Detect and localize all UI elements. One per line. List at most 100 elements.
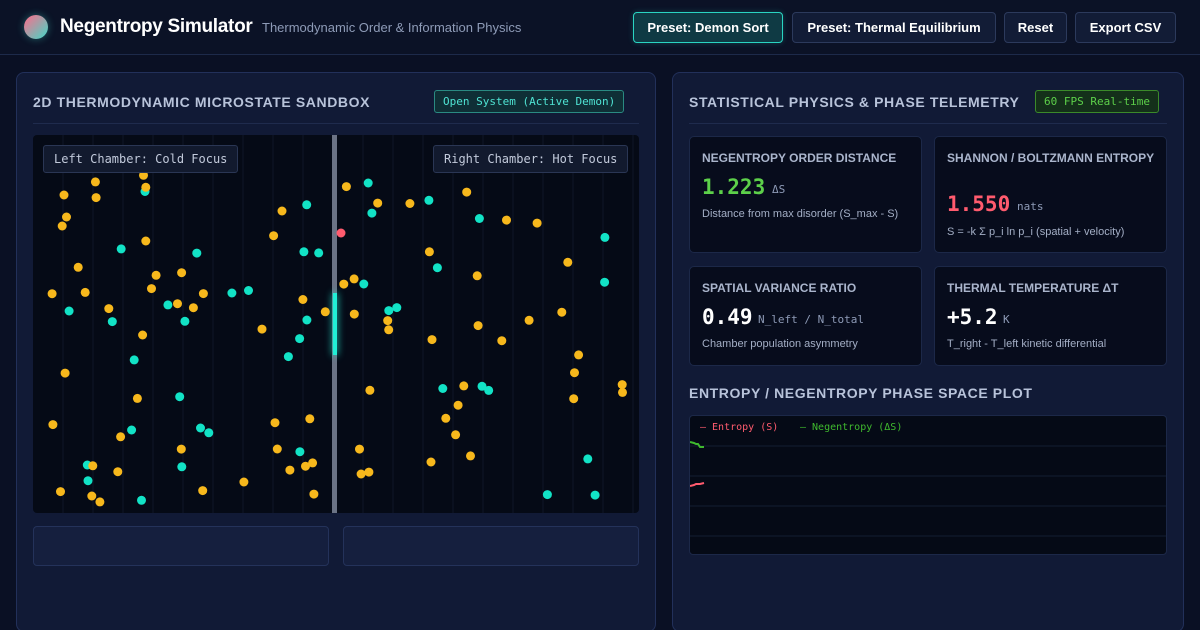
metric-label: SHANNON / BOLTZMANN ENTROPY [947,151,1155,165]
preset-thermal-equilibrium-button[interactable]: Preset: Thermal Equilibrium [792,12,996,43]
telemetry-panel: STATISTICAL PHYSICS & PHASE TELEMETRY 60… [672,72,1184,630]
hot-particle [141,236,151,246]
hot-particle [466,451,475,461]
hot-particle [48,420,58,430]
cold-particle [244,286,253,295]
left-chamber-label: Left Chamber: Cold Focus [43,145,239,173]
hot-particle [569,394,579,404]
fps-badge: 60 FPS Real-time [1035,90,1159,113]
hot-particle [132,393,142,403]
hot-particle [309,489,319,499]
left-chamber-stats-panel [33,526,329,566]
metric-label: NEGENTROPY ORDER DISTANCE [702,151,897,165]
right-chamber-label: Right Chamber: Hot Focus [433,145,629,173]
hot-particle [563,257,573,267]
metric-description: S = -k Σ p_i ln p_i (spatial + velocity) [947,226,1125,238]
cold-particle [129,355,139,365]
hot-particle [618,387,627,397]
metric-description: Chamber population asymmetry [702,338,858,350]
hot-particle [57,221,67,231]
hot-particle [91,193,101,203]
cold-particle [196,423,205,433]
hot-particle [320,307,330,317]
app-title: Negentropy Simulator [60,16,253,37]
cold-particle [137,495,146,505]
cold-particle [295,334,305,344]
cold-particle [359,279,369,289]
phase-space-plot[interactable]: — Entropy (S) — Negentropy (ΔS) [689,415,1167,555]
cold-particle [314,248,324,258]
app-header: Negentropy Simulator Thermodynamic Order… [0,0,1200,55]
telemetry-panel-title: STATISTICAL PHYSICS & PHASE TELEMETRY [689,94,1020,110]
hot-particle [424,247,434,257]
hot-particle [88,461,98,471]
spatial-variance-metric-card: SPATIAL VARIANCE RATIO 0.49 N_left / N_t… [689,266,922,366]
hot-particle [364,467,374,477]
hot-particle [426,457,436,467]
metric-value: 0.49 [702,305,753,329]
hot-particle [113,467,123,477]
hot-particle [405,199,415,208]
cold-particle [367,208,377,218]
cold-particle [392,303,402,313]
metric-unit: nats [1017,200,1044,213]
hot-particle [198,289,208,299]
cold-particle [107,317,117,327]
cold-particle [363,178,373,188]
hot-particle [173,299,182,309]
cold-particle [600,232,610,242]
hot-particle [270,418,280,428]
cold-particle [177,462,187,472]
legend-negentropy: — Negentropy (ΔS) [800,422,903,433]
hot-particle [617,380,627,390]
export-csv-button[interactable]: Export CSV [1075,12,1176,43]
hot-particle [95,497,105,507]
hot-particle [62,212,71,222]
hot-particle [341,182,351,192]
metric-value: 1.550 [947,192,1011,216]
hot-particle [198,486,208,496]
entropy-metric-card: SHANNON / BOLTZMANN ENTROPY 1.550 nats S… [934,136,1167,253]
cold-particle [384,306,394,316]
hot-particle [451,430,461,440]
hot-particle [462,187,472,197]
cold-particle [438,384,448,393]
right-chamber-stats-panel [343,526,639,566]
preset-demon-sort-button[interactable]: Preset: Demon Sort [633,12,783,43]
metric-value: +5.2 [947,305,998,329]
phase-plot-title: ENTROPY / NEGENTROPY PHASE SPACE PLOT [689,385,1033,401]
hot-particle [147,284,156,294]
hot-particle [570,368,579,378]
sandbox-panel-title: 2D THERMODYNAMIC MICROSTATE SANDBOX [33,94,371,110]
hot-particle [87,491,97,501]
panel-divider [33,123,639,124]
hot-particle [524,315,534,325]
hot-particle [56,487,65,497]
hot-particle [138,330,148,340]
metric-unit: ΔS [772,183,786,196]
reset-button[interactable]: Reset [1004,12,1067,43]
hot-particle [473,321,483,331]
cold-particle [299,247,309,257]
cold-particle [432,263,442,273]
hot-particle [277,206,287,216]
microstate-sandbox-canvas[interactable]: Left Chamber: Cold Focus Right Chamber: … [33,135,639,513]
cold-particle [175,392,185,402]
hot-particle [557,307,567,317]
entropy-series-line [690,482,705,487]
hot-particle [349,274,359,284]
hot-particle [104,304,114,314]
cold-particle [127,425,137,435]
hot-particle [459,381,469,391]
hot-particle [177,268,187,278]
cold-particle [83,476,93,486]
hot-particle [73,262,83,272]
hot-particle [298,295,308,304]
thermal-temperature-metric-card: THERMAL TEMPERATURE ΔT +5.2 K T_right - … [934,266,1167,366]
hot-particle [427,335,437,345]
hot-particle [532,218,542,228]
cold-particle [302,315,312,325]
cold-particle [424,195,434,205]
demon-gate[interactable] [333,293,337,355]
hot-particle [257,324,267,334]
